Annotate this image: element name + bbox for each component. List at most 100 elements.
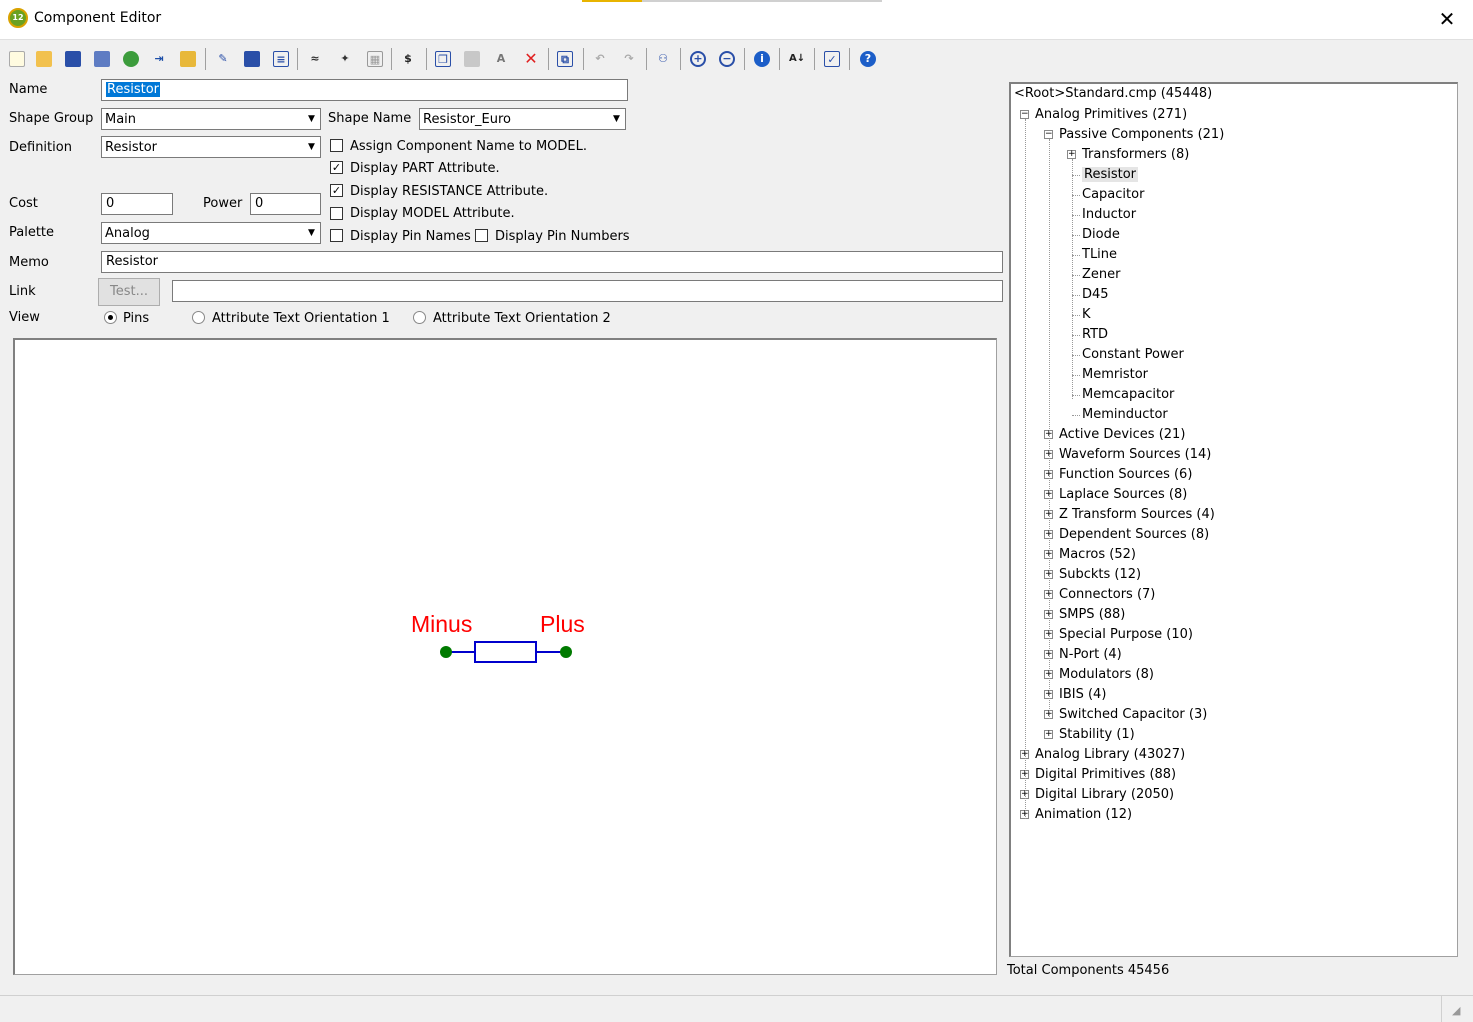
tree-item[interactable]: Laplace Sources (8) <box>1059 487 1187 502</box>
checkbox-pin-numbers[interactable] <box>475 229 488 242</box>
component-tree[interactable]: <Root>Standard.cmp (45448) − Analog Primit… <box>1009 82 1458 957</box>
tree-item[interactable]: Active Devices (21) <box>1059 427 1185 442</box>
tree-item[interactable]: Connectors (7) <box>1059 587 1155 602</box>
tree-item[interactable]: Capacitor <box>1082 187 1144 202</box>
close-icon[interactable]: ✕ <box>1436 6 1458 32</box>
tree-item[interactable]: Passive Components (21) <box>1059 127 1224 142</box>
radio-orientation-1[interactable] <box>192 311 205 324</box>
paste-icon[interactable] <box>461 48 483 70</box>
tree-item[interactable]: Memcapacitor <box>1082 387 1174 402</box>
export-icon[interactable]: ⇥ <box>148 48 170 70</box>
expand-icon[interactable]: + <box>1067 150 1076 159</box>
shape-canvas[interactable]: Minus Plus <box>13 338 997 975</box>
tree-item[interactable]: Z Transform Sources (4) <box>1059 507 1215 522</box>
tree-connector <box>1072 235 1080 236</box>
refresh-icon[interactable] <box>120 48 142 70</box>
tree-item[interactable]: Digital Library (2050) <box>1035 787 1174 802</box>
binoculars-icon[interactable]: ⚇ <box>652 48 674 70</box>
tree-item[interactable]: Stability (1) <box>1059 727 1135 742</box>
info-icon[interactable]: i <box>751 48 773 70</box>
tree-item[interactable]: D45 <box>1082 287 1109 302</box>
memo-field[interactable]: Resistor <box>101 251 1003 273</box>
list-icon[interactable]: ≡ <box>270 48 292 70</box>
tree-item[interactable]: Subckts (12) <box>1059 567 1141 582</box>
tree-item[interactable]: Zener <box>1082 267 1121 282</box>
brush-icon[interactable]: ✎ <box>212 48 234 70</box>
save-as-icon[interactable] <box>91 48 113 70</box>
tree-item[interactable]: Analog Library (43027) <box>1035 747 1185 762</box>
tree-item[interactable]: Dependent Sources (8) <box>1059 527 1209 542</box>
tree-connector <box>1072 275 1080 276</box>
tree-item[interactable]: Digital Primitives (88) <box>1035 767 1176 782</box>
open-icon[interactable] <box>33 48 55 70</box>
zoom-out-icon[interactable]: − <box>716 48 738 70</box>
tree-item[interactable]: Special Purpose (10) <box>1059 627 1193 642</box>
status-bar: ◢ <box>0 995 1473 1022</box>
undo-icon[interactable]: ↶ <box>589 48 611 70</box>
tree-item[interactable]: Macros (52) <box>1059 547 1136 562</box>
folder-icon[interactable] <box>177 48 199 70</box>
properties-icon[interactable]: ✓ <box>821 48 843 70</box>
radio-pins[interactable] <box>104 311 117 324</box>
resize-grip-icon[interactable]: ◢ <box>1452 1004 1466 1018</box>
tree-item[interactable]: Modulators (8) <box>1059 667 1154 682</box>
find-replace-icon[interactable]: A <box>490 48 512 70</box>
tree-item[interactable]: RTD <box>1082 327 1108 342</box>
tree-item[interactable]: Analog Primitives (271) <box>1035 107 1187 122</box>
collapse-icon[interactable]: − <box>1044 130 1053 139</box>
copy-icon[interactable]: ❐ <box>432 48 454 70</box>
tree-root[interactable]: <Root>Standard.cmp (45448) <box>1014 86 1212 101</box>
name-field[interactable]: Resistor <box>101 79 628 101</box>
shape-name-select[interactable]: Resistor_Euro ▼ <box>419 108 626 130</box>
tree-connector <box>1072 195 1080 196</box>
delete-icon[interactable]: ✕ <box>520 48 542 70</box>
sort-icon[interactable]: A↓ <box>786 48 808 70</box>
pin-minus-dot[interactable] <box>440 646 452 658</box>
shape-group-select[interactable]: Main ▼ <box>101 108 321 130</box>
shape-group-label: Shape Group <box>9 111 94 126</box>
checkbox-display-part[interactable]: ✓ <box>330 161 343 174</box>
tree-item[interactable]: Meminductor <box>1082 407 1168 422</box>
tree-item-selected[interactable]: Resistor <box>1082 167 1138 182</box>
definition-select[interactable]: Resistor ▼ <box>101 136 321 158</box>
save-icon[interactable] <box>62 48 84 70</box>
palette-select[interactable]: Analog ▼ <box>101 222 321 244</box>
tree-item[interactable]: Switched Capacitor (3) <box>1059 707 1207 722</box>
test-button[interactable]: Test... <box>98 278 160 306</box>
zoom-in-icon[interactable]: + <box>687 48 709 70</box>
tree-item[interactable]: SMPS (88) <box>1059 607 1125 622</box>
grid-icon[interactable]: ▦ <box>364 48 386 70</box>
cursor-add-icon[interactable]: ✦ <box>334 48 356 70</box>
checkbox-display-resistance[interactable]: ✓ <box>330 184 343 197</box>
tree-item[interactable]: Transformers (8) <box>1082 147 1189 162</box>
redo-icon[interactable]: ↷ <box>618 48 640 70</box>
merge-icon[interactable]: ⧉ <box>554 48 576 70</box>
tree-item[interactable]: K <box>1082 307 1091 322</box>
wave-icon[interactable]: ≈ <box>304 48 326 70</box>
tree-item[interactable]: Constant Power <box>1082 347 1184 362</box>
cost-label: Cost <box>9 196 38 211</box>
power-field[interactable]: 0 <box>250 193 321 215</box>
tree-item[interactable]: Inductor <box>1082 207 1136 222</box>
dollar-icon[interactable]: $ <box>397 48 419 70</box>
tree-item[interactable]: N-Port (4) <box>1059 647 1122 662</box>
tree-item[interactable]: Diode <box>1082 227 1120 242</box>
checkbox-display-model[interactable] <box>330 207 343 220</box>
link-field[interactable] <box>172 280 1003 302</box>
cost-field[interactable]: 0 <box>101 193 173 215</box>
radio-orientation-2[interactable] <box>413 311 426 324</box>
tree-item[interactable]: TLine <box>1082 247 1117 262</box>
tree-item[interactable]: Function Sources (6) <box>1059 467 1192 482</box>
new-icon[interactable] <box>6 48 28 70</box>
checkbox-pin-names[interactable] <box>330 229 343 242</box>
pin-plus-dot[interactable] <box>560 646 572 658</box>
tree-item[interactable]: Waveform Sources (14) <box>1059 447 1211 462</box>
tree-item[interactable]: IBIS (4) <box>1059 687 1106 702</box>
checkbox-assign-name[interactable] <box>330 139 343 152</box>
expand-icon[interactable]: + <box>1044 730 1053 739</box>
tree-item[interactable]: Memristor <box>1082 367 1148 382</box>
help-icon[interactable]: ? <box>857 48 879 70</box>
collapse-icon[interactable]: − <box>1020 110 1029 119</box>
tree-item[interactable]: Animation (12) <box>1035 807 1132 822</box>
save-disk-icon[interactable] <box>241 48 263 70</box>
